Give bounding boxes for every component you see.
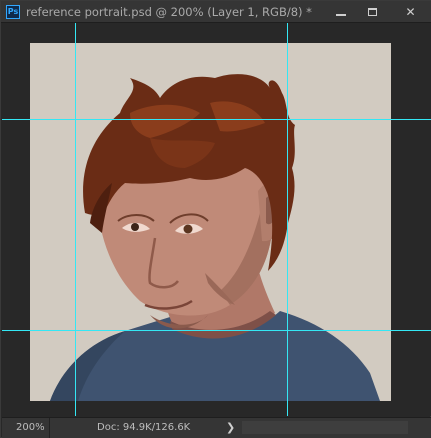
maximize-icon — [367, 7, 377, 16]
document-tab-title[interactable]: reference portrait.psd @ 200% (Layer 1, … — [26, 5, 312, 19]
horizontal-guide-top[interactable] — [2, 119, 431, 120]
close-icon: ✕ — [405, 4, 416, 19]
vertical-guide-left[interactable] — [75, 23, 76, 416]
title-bar[interactable]: Ps reference portrait.psd @ 200% (Layer … — [1, 1, 431, 23]
document-size-info[interactable]: Doc: 94.9K/126.6K — [97, 418, 190, 438]
close-button[interactable]: ✕ — [390, 1, 431, 22]
vertical-guide-right[interactable] — [287, 23, 288, 416]
maximize-button[interactable] — [357, 1, 387, 22]
status-menu-arrow-icon[interactable]: ❯ — [226, 418, 235, 438]
portrait-painting — [30, 43, 391, 401]
minimize-icon — [336, 13, 346, 16]
horizontal-guide-bottom[interactable] — [2, 330, 431, 331]
document-window: Ps reference portrait.psd @ 200% (Layer … — [0, 0, 431, 438]
horizontal-scrollbar[interactable] — [242, 421, 408, 434]
document-canvas[interactable] — [30, 43, 391, 401]
minimize-button[interactable] — [326, 1, 356, 22]
status-bar: 200% Doc: 94.9K/126.6K ❯ — [2, 417, 431, 438]
canvas-area[interactable] — [2, 23, 431, 416]
photoshop-app-icon: Ps — [6, 5, 20, 19]
zoom-level-field[interactable]: 200% — [2, 418, 50, 438]
